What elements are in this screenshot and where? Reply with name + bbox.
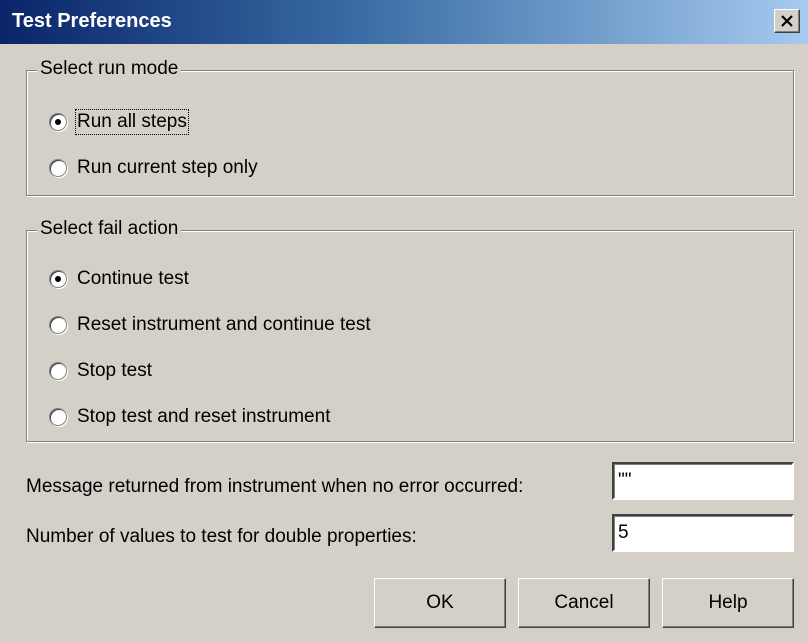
radio-run-current-step[interactable]: Run current step only <box>49 155 258 181</box>
radio-label: Stop test and reset instrument <box>77 406 331 427</box>
title-bar: Test Preferences <box>0 0 808 44</box>
radio-label: Run all steps <box>75 109 189 135</box>
ok-button-label: OK <box>426 592 454 613</box>
radio-button[interactable] <box>49 408 67 426</box>
radio-button[interactable] <box>49 159 67 177</box>
fail-action-legend: Select fail action <box>37 218 182 240</box>
radio-button[interactable] <box>49 316 67 334</box>
double-values-input[interactable]: 5 <box>612 514 794 552</box>
help-button-label: Help <box>708 592 748 613</box>
radio-label: Run current step only <box>77 157 258 178</box>
radio-label: Reset instrument and continue test <box>77 314 371 335</box>
fail-action-group: Select fail action Continue test Reset i… <box>26 218 794 442</box>
close-button[interactable] <box>774 9 800 33</box>
radio-button[interactable] <box>49 362 67 380</box>
radio-stop-test[interactable]: Stop test <box>49 358 152 384</box>
no-error-message-label: Message returned from instrument when no… <box>26 476 524 497</box>
help-button[interactable]: Help <box>662 578 794 628</box>
radio-button[interactable] <box>49 113 67 131</box>
radio-stop-and-reset[interactable]: Stop test and reset instrument <box>49 404 330 430</box>
window-title: Test Preferences <box>12 10 172 32</box>
close-icon <box>781 15 793 27</box>
radio-continue-test[interactable]: Continue test <box>49 266 189 292</box>
cancel-button-label: Cancel <box>554 592 614 613</box>
no-error-message-input[interactable]: "" <box>612 462 794 500</box>
radio-label: Stop test <box>77 360 152 381</box>
radio-reset-and-continue[interactable]: Reset instrument and continue test <box>49 312 371 338</box>
run-mode-legend: Select run mode <box>37 58 182 80</box>
ok-button[interactable]: OK <box>374 578 506 628</box>
cancel-button[interactable]: Cancel <box>518 578 650 628</box>
radio-button[interactable] <box>49 270 67 288</box>
run-mode-group: Select run mode Run all steps Run curren… <box>26 58 794 196</box>
radio-run-all-steps[interactable]: Run all steps <box>49 109 189 135</box>
radio-label: Continue test <box>77 268 189 289</box>
double-values-label: Number of values to test for double prop… <box>26 526 417 547</box>
